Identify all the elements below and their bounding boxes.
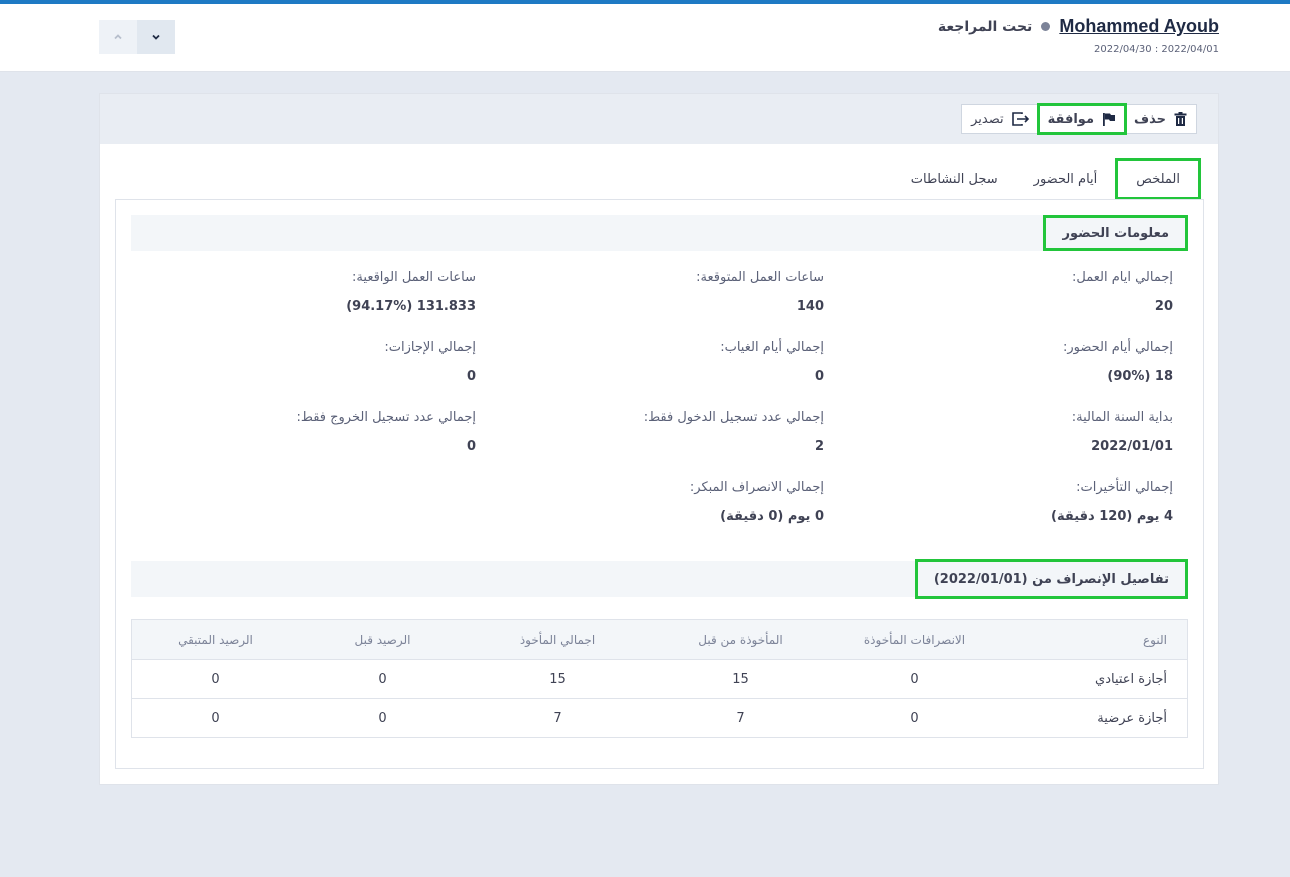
- field-label: إجمالي التأخيرات:: [1076, 480, 1173, 495]
- field-expected-hours: ساعات العمل المتوقعة: 140: [696, 270, 824, 314]
- tab-activity-log[interactable]: سجل النشاطات: [893, 158, 1016, 200]
- export-label: تصدير: [971, 111, 1004, 127]
- leave-details-table: النوع الانصرافات المأخوذة المأخوذة من قب…: [131, 619, 1188, 738]
- table-cell: أجازة اعتيادي: [1095, 671, 1167, 687]
- table-cell: 0: [211, 671, 220, 687]
- previous-record-button[interactable]: [99, 20, 137, 54]
- table-header-row: النوع الانصرافات المأخوذة المأخوذة من قب…: [132, 620, 1187, 659]
- field-value: 0: [466, 369, 476, 384]
- field-value: 0: [814, 369, 824, 384]
- field-label: ساعات العمل المتوقعة:: [696, 270, 824, 285]
- field-value: 2: [814, 439, 824, 454]
- approve-button[interactable]: موافقة: [1036, 103, 1128, 135]
- attendance-sheet-card: حذف موافقة تصدير الملخص أيام الحضور سجل …: [99, 93, 1219, 785]
- field-absence-days: إجمالي أيام الغياب: 0: [720, 340, 824, 384]
- chevron-up-icon: [114, 34, 122, 40]
- table-cell: 15: [732, 671, 749, 687]
- export-button[interactable]: تصدير: [962, 105, 1039, 133]
- field-sign-in-only: إجمالي عدد تسجيل الدخول فقط: 2: [644, 410, 824, 454]
- card-toolbar: حذف موافقة تصدير: [100, 94, 1218, 144]
- field-value: 2022/01/01: [1091, 439, 1173, 454]
- field-label: ساعات العمل الواقعية:: [352, 270, 476, 285]
- employee-name-link[interactable]: Mohammed Ayoub: [1059, 16, 1219, 37]
- table-cell: 0: [378, 710, 387, 726]
- column-header: الانصرافات المأخوذة: [863, 632, 966, 647]
- field-actual-hours: ساعات العمل الواقعية: 131.833 (94.17%): [346, 270, 476, 314]
- column-header: اجمالي المأخوذ: [519, 632, 596, 647]
- field-label: إجمالي الانصراف المبكر:: [689, 480, 824, 495]
- field-label: إجمالي الإجازات:: [384, 340, 476, 355]
- table-row: أجازة عرضية 0 7 7 0 0: [132, 698, 1187, 737]
- delete-button[interactable]: حذف: [1125, 105, 1196, 133]
- table-cell: 0: [910, 710, 919, 726]
- field-value: 131.833 (94.17%): [346, 299, 476, 314]
- field-total-delays: إجمالي التأخيرات: 4 يوم (120 دقيقة): [1051, 480, 1173, 524]
- field-total-work-days: إجمالي ايام العمل: 20: [1072, 270, 1173, 314]
- column-header: الرصيد المتبقي: [178, 632, 253, 647]
- field-value: 140: [796, 299, 824, 314]
- column-header: المأخوذة من قبل: [698, 632, 783, 647]
- field-value: 20: [1154, 299, 1173, 314]
- field-label: إجمالي أيام الغياب:: [720, 340, 824, 355]
- field-value: 4 يوم (120 دقيقة): [1051, 509, 1173, 524]
- field-value: 0: [466, 439, 476, 454]
- table-cell: 0: [211, 710, 220, 726]
- field-label: إجمالي عدد تسجيل الخروج فقط:: [296, 410, 476, 425]
- table-cell: 0: [910, 671, 919, 687]
- field-label: بداية السنة المالية:: [1071, 410, 1173, 425]
- summary-panel: معلومات الحضور إجمالي ايام العمل: 20 ساع…: [115, 199, 1204, 769]
- next-record-button[interactable]: [137, 20, 175, 54]
- table-cell: 15: [549, 671, 566, 687]
- column-header: الرصيد قبل: [354, 632, 411, 647]
- record-navigation: [99, 20, 175, 54]
- export-icon: [1011, 112, 1029, 126]
- field-value: 0 يوم (0 دقيقة): [720, 509, 824, 524]
- field-fiscal-year-start: بداية السنة المالية: 2022/01/01: [1072, 410, 1173, 454]
- tab-bar: الملخص أيام الحضور سجل النشاطات: [893, 158, 1201, 200]
- attendance-info-title: معلومات الحضور: [1043, 215, 1188, 251]
- field-total-leaves: إجمالي الإجازات: 0: [384, 340, 476, 384]
- table-cell: 7: [736, 710, 745, 726]
- tab-summary[interactable]: الملخص: [1115, 158, 1201, 200]
- tab-attendance-days[interactable]: أيام الحضور: [1016, 158, 1116, 200]
- table-row: أجازة اعتيادي 0 15 15 0 0: [132, 659, 1187, 698]
- field-label: إجمالي عدد تسجيل الدخول فقط:: [643, 410, 824, 425]
- table-cell: 7: [553, 710, 562, 726]
- table-cell: أجازة عرضية: [1097, 710, 1167, 726]
- trash-icon: [1174, 111, 1187, 126]
- field-value: 18 (90%): [1107, 369, 1173, 384]
- approve-label: موافقة: [1047, 111, 1095, 127]
- chevron-down-icon: [152, 34, 160, 40]
- leave-details-title: تفاصيل الإنصراف من (2022/01/01): [914, 559, 1188, 599]
- field-attendance-days: إجمالي أيام الحضور: 18 (90%): [1063, 340, 1173, 384]
- flag-icon: [1103, 113, 1116, 126]
- field-early-leave: إجمالي الانصراف المبكر: 0 يوم (0 دقيقة): [690, 480, 824, 524]
- status-badge: تحت المراجعة: [937, 18, 1033, 35]
- status-dot: [1041, 22, 1051, 31]
- action-buttons: حذف موافقة تصدير: [961, 103, 1197, 135]
- delete-label: حذف: [1134, 111, 1166, 127]
- field-label: إجمالي ايام العمل:: [1071, 270, 1173, 285]
- field-sign-out-only: إجمالي عدد تسجيل الخروج فقط: 0: [296, 410, 476, 454]
- table-cell: 0: [378, 671, 387, 687]
- attendance-info-header: معلومات الحضور: [131, 215, 1188, 251]
- column-header: النوع: [1143, 632, 1167, 647]
- employee-summary: Mohammed Ayoub تحت المراجعة: [938, 16, 1219, 37]
- page-header: Mohammed Ayoub تحت المراجعة 2022/04/30 :…: [0, 4, 1290, 72]
- date-range: 2022/04/30 : 2022/04/01: [1094, 44, 1219, 55]
- leave-details-header: تفاصيل الإنصراف من (2022/01/01): [131, 559, 1188, 599]
- field-label: إجمالي أيام الحضور:: [1062, 340, 1173, 355]
